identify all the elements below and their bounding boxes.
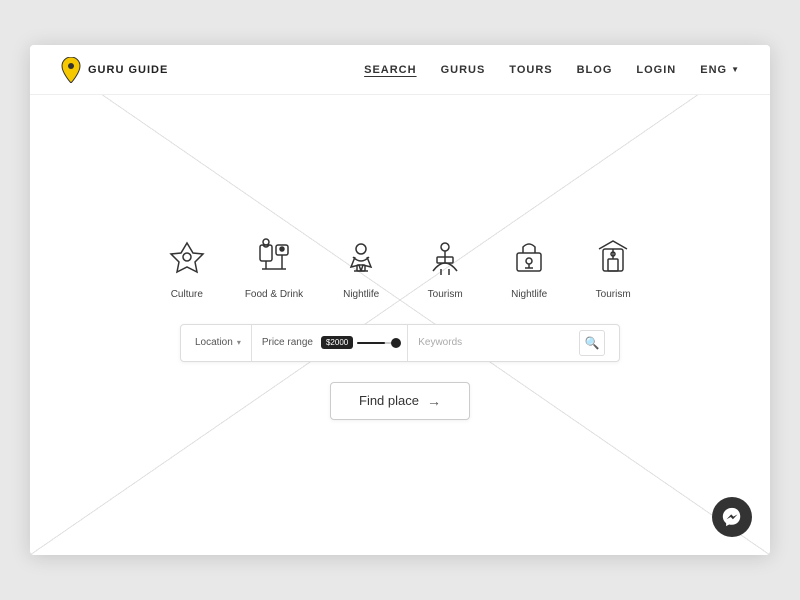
messenger-icon xyxy=(721,506,743,528)
price-slider-track[interactable] xyxy=(357,342,397,344)
nav-links: SEARCH GURUS TOURS BLOG LOGIN ENG ▼ xyxy=(364,64,740,76)
arrow-icon: → xyxy=(427,393,441,409)
nav-login[interactable]: LOGIN xyxy=(636,64,676,76)
main-content: Culture Food xyxy=(30,95,770,555)
tourism-icon xyxy=(419,231,471,283)
categories-row: Culture Food xyxy=(161,231,639,300)
nightlife2-icon xyxy=(503,231,555,283)
messenger-button[interactable] xyxy=(712,497,752,537)
culture-label: Culture xyxy=(171,289,203,300)
nav-blog[interactable]: BLOG xyxy=(577,64,613,76)
search-bar: Location ▾ Price range $2000 Keywords xyxy=(180,324,620,362)
nightlife-icon xyxy=(335,231,387,283)
keywords-section[interactable]: Keywords 🔍 xyxy=(408,325,615,361)
food-drink-label: Food & Drink xyxy=(245,289,303,300)
nav-lang[interactable]: ENG ▼ xyxy=(700,64,740,76)
price-value-badge: $2000 xyxy=(321,336,353,349)
location-selector[interactable]: Location ▾ xyxy=(185,325,252,361)
logo[interactable]: GURU GUIDE xyxy=(60,57,168,83)
price-label: Price range xyxy=(262,337,313,348)
logo-text: GURU GUIDE xyxy=(88,64,168,76)
location-label: Location xyxy=(195,337,233,348)
category-tourism[interactable]: Tourism xyxy=(419,231,471,300)
nav-search[interactable]: SEARCH xyxy=(364,64,416,76)
food-drink-icon xyxy=(248,231,300,283)
tourism2-icon xyxy=(587,231,639,283)
chevron-down-icon: ▼ xyxy=(731,65,740,74)
search-button[interactable]: 🔍 xyxy=(579,330,605,356)
search-icon: 🔍 xyxy=(585,336,600,350)
price-slider-thumb[interactable] xyxy=(391,338,401,348)
tourism-label: Tourism xyxy=(428,289,463,300)
logo-pin-icon xyxy=(60,57,82,83)
tourism2-label: Tourism xyxy=(596,289,631,300)
location-chevron-icon: ▾ xyxy=(237,338,241,347)
price-slider-fill xyxy=(357,342,385,344)
category-nightlife2[interactable]: Nightlife xyxy=(503,231,555,300)
category-culture[interactable]: Culture xyxy=(161,231,213,300)
find-place-button[interactable]: Find place → xyxy=(330,382,470,420)
category-nightlife[interactable]: Nightlife xyxy=(335,231,387,300)
price-slider-container: $2000 xyxy=(321,336,397,349)
find-place-label: Find place xyxy=(359,393,419,408)
nav-gurus[interactable]: GURUS xyxy=(441,64,486,76)
price-range-selector[interactable]: Price range $2000 xyxy=(252,325,408,361)
culture-icon xyxy=(161,231,213,283)
keywords-placeholder: Keywords xyxy=(418,337,462,348)
category-tourism2[interactable]: Tourism xyxy=(587,231,639,300)
nav-tours[interactable]: TOURS xyxy=(509,64,552,76)
navbar: GURU GUIDE SEARCH GURUS TOURS BLOG LOGIN… xyxy=(30,45,770,95)
category-food-drink[interactable]: Food & Drink xyxy=(245,231,303,300)
nightlife-label: Nightlife xyxy=(343,289,379,300)
nightlife2-label: Nightlife xyxy=(511,289,547,300)
